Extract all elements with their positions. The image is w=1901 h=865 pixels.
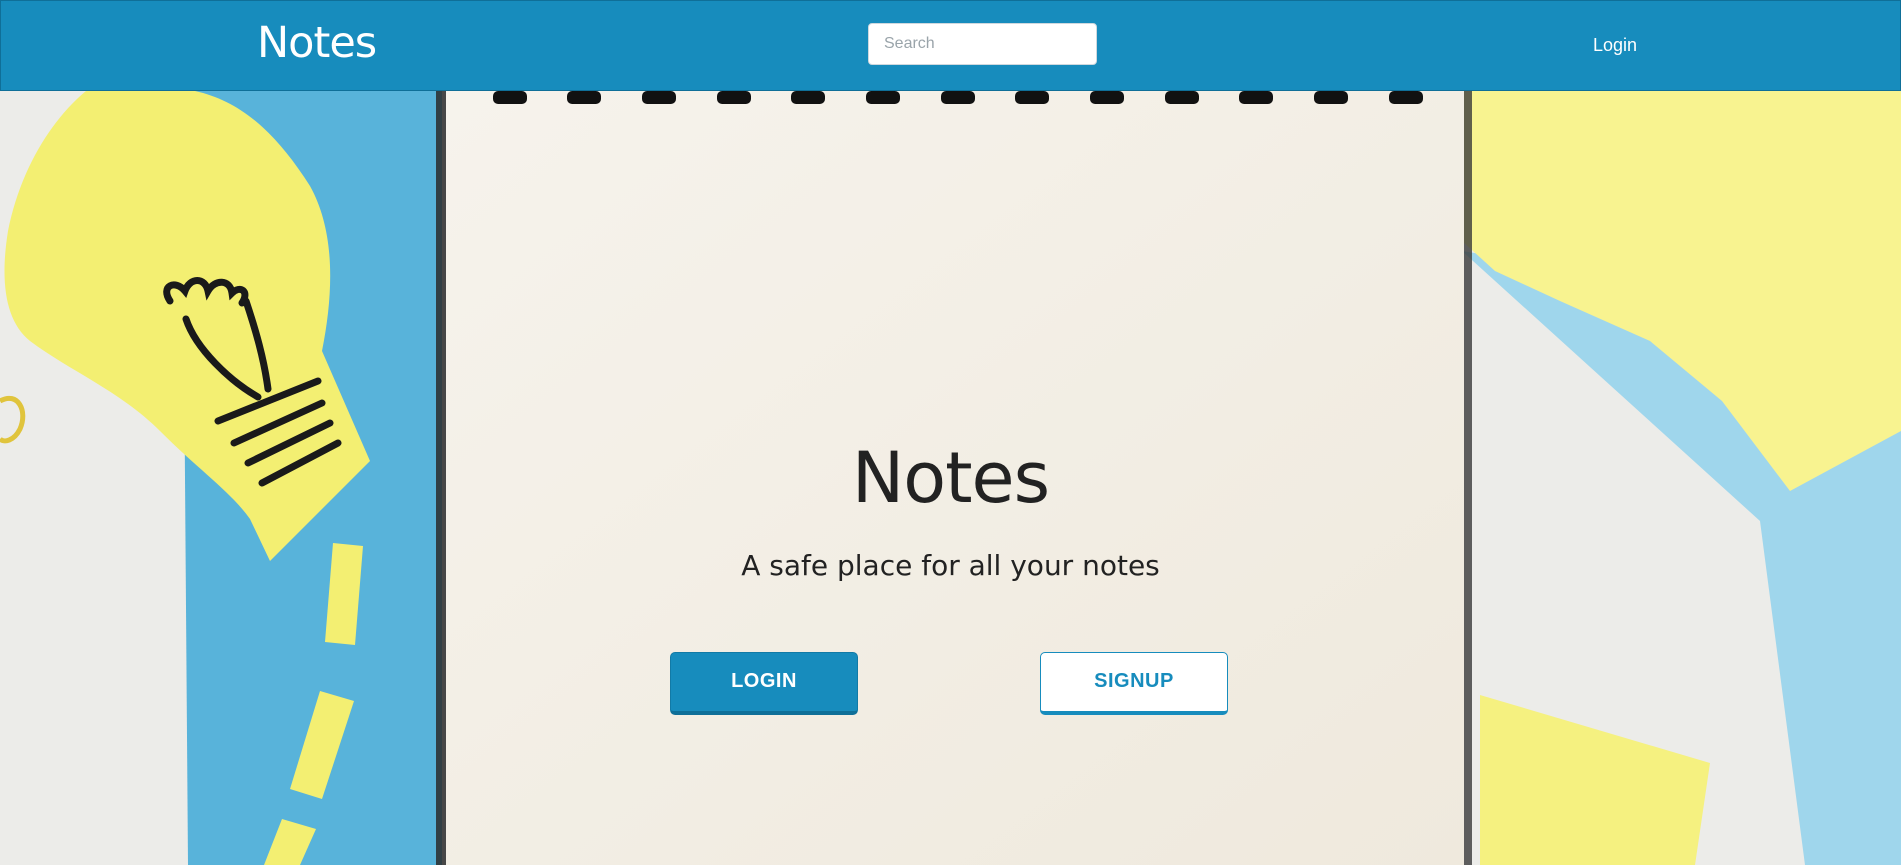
hero-section: Notes A safe place for all your notes LO… <box>0 91 1901 865</box>
nav-login-link[interactable]: Login <box>1593 34 1637 56</box>
login-button[interactable]: LOGIN <box>670 652 858 715</box>
navbar: Notes Login <box>0 0 1901 91</box>
signup-button[interactable]: SIGNUP <box>1040 652 1228 715</box>
brand-logo[interactable]: Notes <box>257 18 377 68</box>
hero-title: Notes <box>851 437 1050 519</box>
hero-subtitle: A safe place for all your notes <box>741 549 1160 582</box>
search-input[interactable] <box>868 23 1097 65</box>
